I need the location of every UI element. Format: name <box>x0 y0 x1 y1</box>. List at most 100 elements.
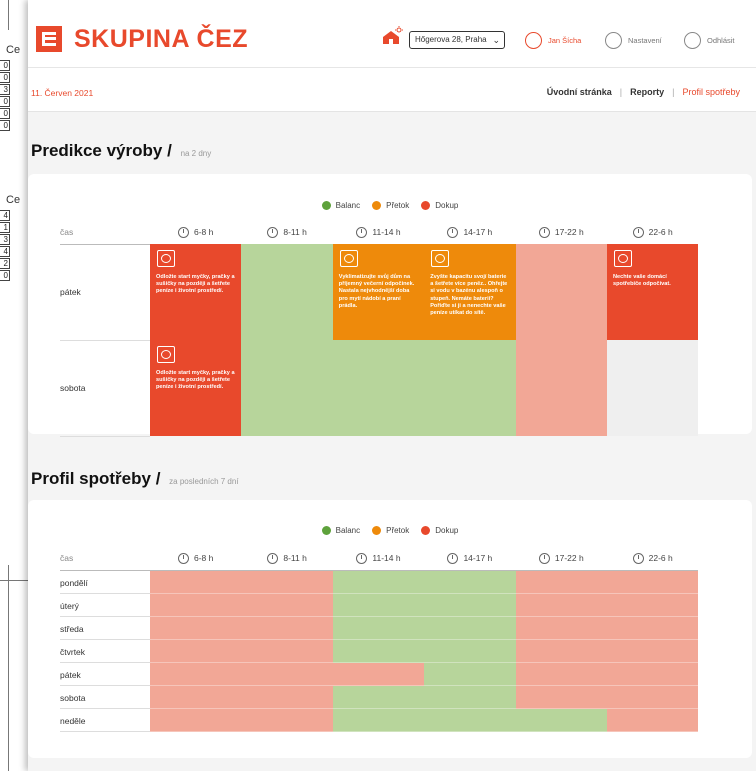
prediction-cell[interactable] <box>515 340 607 436</box>
day-row-label: čtvrtek <box>60 646 86 657</box>
prediction-cell[interactable] <box>241 340 333 436</box>
background-sheet-cell: 3 <box>0 234 10 245</box>
profile-cell[interactable] <box>424 640 516 663</box>
prediction-cell[interactable] <box>607 340 699 436</box>
profile-cell[interactable] <box>332 663 425 686</box>
prediction-cell[interactable]: Odložte start myčky, pračky a sušičky na… <box>150 340 242 436</box>
profile-cell[interactable] <box>241 640 333 663</box>
app-window: SKUPINA ČEZ Hőgerova 28, Praha ⌄ Jan Šíc… <box>28 0 756 771</box>
profile-cell[interactable] <box>424 709 516 732</box>
background-sheet-label: Ce <box>6 44 21 56</box>
profile-cell[interactable] <box>241 686 333 709</box>
washing-machine-icon <box>157 250 175 267</box>
prediction-cell[interactable] <box>515 244 607 340</box>
background-sheet-cell: 0 <box>0 60 10 71</box>
logo-text[interactable]: SKUPINA ČEZ <box>74 25 248 54</box>
nav-home[interactable]: Úvodní stránka <box>547 87 612 97</box>
profile-cell[interactable] <box>424 686 516 709</box>
profile-cell[interactable] <box>515 594 607 617</box>
profile-cell[interactable] <box>515 686 607 709</box>
day-row-label: sobota <box>60 383 86 393</box>
settings-link[interactable]: Nastavení <box>605 30 662 50</box>
profile-cell[interactable] <box>607 663 699 686</box>
profile-cell[interactable] <box>150 594 242 617</box>
profile-cell[interactable] <box>332 709 425 732</box>
background-spreadsheet: Ce 0 0 3 0 0 0 Ce 4 1 3 4 2 0 <box>0 0 30 771</box>
nav-reports[interactable]: Reporty <box>630 87 664 97</box>
profile-cell[interactable] <box>150 663 242 686</box>
background-sheet-cell: 2 <box>0 258 10 269</box>
profile-cell[interactable] <box>424 663 516 686</box>
legend-dot-icon <box>421 201 431 210</box>
profile-cell[interactable] <box>332 640 425 663</box>
sun-cloud-icon <box>447 226 459 238</box>
tip-text: Vyklimatizujte svůj dům na příjemný veče… <box>338 274 415 309</box>
profile-cell[interactable] <box>150 709 242 732</box>
prediction-cell[interactable] <box>241 244 333 340</box>
profile-cell[interactable] <box>607 686 699 709</box>
profile-cell[interactable] <box>515 663 607 686</box>
battery-icon <box>431 250 450 267</box>
prediction-cell[interactable]: Odložte start myčky, pračky a sušičky na… <box>150 244 242 340</box>
settings-label: Nastavení <box>628 35 662 45</box>
profile-cell[interactable] <box>332 571 425 594</box>
profile-cell[interactable] <box>607 571 699 594</box>
background-divider <box>0 580 30 581</box>
prediction-cell[interactable] <box>332 340 425 436</box>
sun-icon <box>356 226 368 238</box>
profile-cell[interactable] <box>150 640 242 663</box>
profile-cell[interactable] <box>607 640 699 663</box>
profile-cell[interactable] <box>332 594 425 617</box>
user-profile-link[interactable]: Jan Šícha <box>525 30 581 50</box>
tip-text: Zvyšte kapacitu svojí baterie a šetřete … <box>430 274 508 317</box>
address-select[interactable]: Hőgerova 28, Praha ⌄ <box>409 31 505 49</box>
profile-cell[interactable] <box>241 594 333 617</box>
profile-cell[interactable] <box>515 709 607 732</box>
washing-machine-icon <box>614 250 632 267</box>
profile-cell[interactable] <box>241 663 333 686</box>
current-date: 11. Červen 2021 <box>31 88 94 98</box>
background-sheet-cell: 4 <box>0 210 10 221</box>
profile-title-text: Profil spotřeby <box>31 469 151 488</box>
profile-cell[interactable] <box>241 617 333 640</box>
profile-cell[interactable] <box>515 617 607 640</box>
time-slot-header: 6-8 h <box>150 546 241 570</box>
legend-item: Dokup <box>421 526 458 535</box>
profile-cell[interactable] <box>150 686 242 709</box>
nav-separator: | <box>672 87 675 97</box>
washing-machine-icon <box>157 346 175 363</box>
title-slash: / <box>155 469 161 488</box>
profile-cell[interactable] <box>424 594 516 617</box>
legend-item: Balanc <box>321 526 361 535</box>
profile-cell[interactable] <box>332 686 425 709</box>
sub-bar: 11. Červen 2021 Úvodní stránka | Reporty… <box>28 68 756 112</box>
prediction-cell[interactable]: Nechte vaše domácí spotřebiče odpočívat. <box>607 244 699 340</box>
profile-cell[interactable] <box>515 571 607 594</box>
house-icon <box>383 26 403 44</box>
prediction-cell[interactable]: Vyklimatizujte svůj dům na příjemný veče… <box>332 244 425 340</box>
prediction-cell[interactable] <box>424 340 516 436</box>
profile-cell[interactable] <box>150 617 242 640</box>
title-slash: / <box>167 141 172 160</box>
time-slot-header: 8-11 h <box>241 220 332 244</box>
profile-cell[interactable] <box>241 709 333 732</box>
air-conditioner-icon <box>339 250 358 267</box>
nav-consumption-profile[interactable]: Profil spotřeby <box>682 87 740 97</box>
profile-cell[interactable] <box>607 617 699 640</box>
prediction-cell[interactable]: Zvyšte kapacitu svojí baterie a šetřete … <box>424 244 516 340</box>
profile-cell[interactable] <box>424 571 516 594</box>
profile-cell[interactable] <box>607 594 699 617</box>
cez-logo-icon[interactable] <box>36 26 62 52</box>
legend-label: Balanc <box>335 526 361 535</box>
logout-link[interactable]: Odhlásit <box>684 30 735 50</box>
profile-cell[interactable] <box>332 617 425 640</box>
prediction-title: Predikce výroby / na 2 dny <box>31 141 211 161</box>
profile-cell[interactable] <box>241 571 333 594</box>
legend-dot-icon <box>372 201 382 210</box>
profile-cell[interactable] <box>607 709 699 732</box>
time-slot-label: 17-22 h <box>554 553 584 563</box>
profile-cell[interactable] <box>150 571 242 594</box>
profile-cell[interactable] <box>424 617 516 640</box>
background-sheet-cell: 4 <box>0 246 10 257</box>
profile-cell[interactable] <box>515 640 607 663</box>
